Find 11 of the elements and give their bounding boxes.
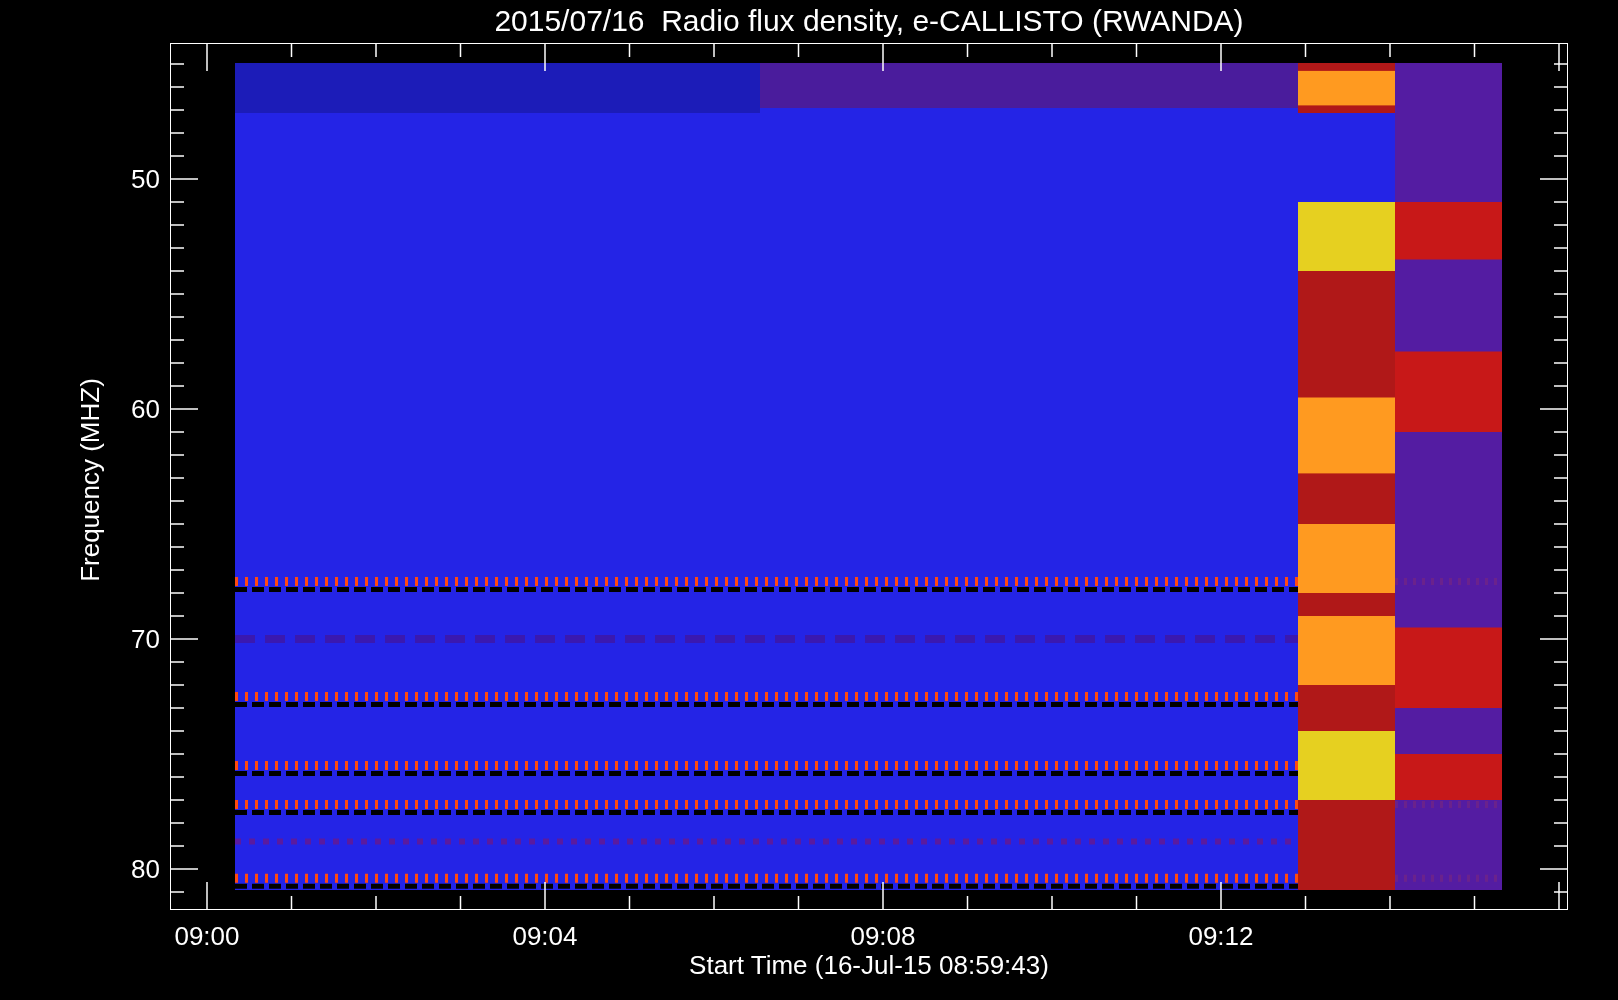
- y-tick-label: 80: [130, 856, 160, 882]
- x-tick-label: 09:04: [511, 923, 579, 949]
- y-tick-label: 70: [130, 626, 160, 652]
- y-axis-label: Frequency (MHZ): [77, 378, 103, 582]
- chart-title: 2015/07/16 Radio flux density, e-CALLISTO (RWANDA): [494, 6, 1244, 36]
- x-axis-label: Start Time (16-Jul-15 08:59:43): [689, 952, 1049, 978]
- x-tick-label: 09:12: [1187, 923, 1255, 949]
- x-tick-label: 09:08: [849, 923, 917, 949]
- y-tick-label: 50: [130, 166, 160, 192]
- y-tick-label: 60: [130, 396, 160, 422]
- x-tick-label: 09:00: [173, 923, 241, 949]
